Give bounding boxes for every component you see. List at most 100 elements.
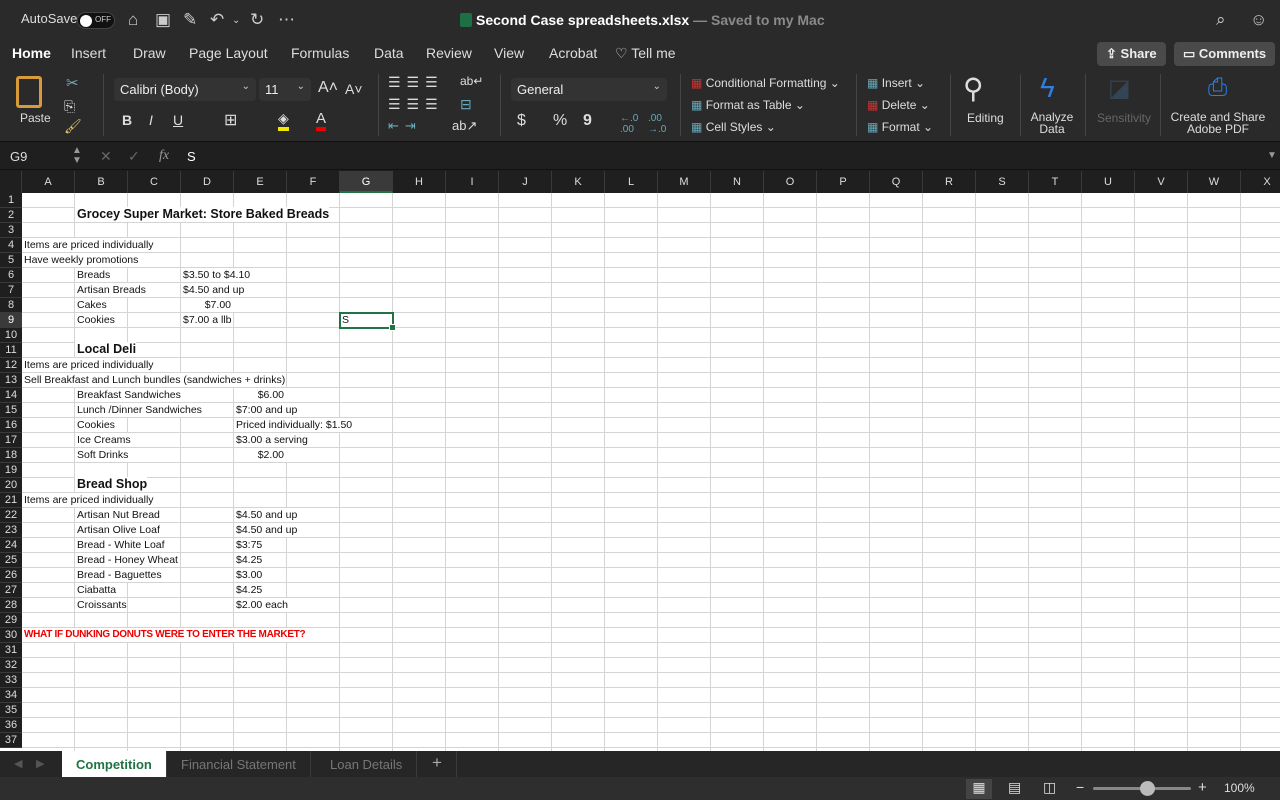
search-icon[interactable]: ⌕ <box>1216 10 1226 30</box>
sheet-tab-financial-statement[interactable]: Financial Statement <box>167 751 311 777</box>
cell-B28[interactable]: Croissants <box>75 598 127 612</box>
cell-B18[interactable]: Soft Drinks <box>75 448 129 462</box>
column-header[interactable]: S <box>976 171 1029 193</box>
cell-D7[interactable]: $4.50 and up <box>181 283 245 297</box>
row-header[interactable]: 34 <box>0 688 22 703</box>
column-header[interactable]: L <box>605 171 658 193</box>
cell-B24[interactable]: Bread - White Loaf <box>75 538 165 552</box>
formula-input[interactable]: S <box>187 149 196 164</box>
column-header[interactable]: I <box>446 171 499 193</box>
cell-B11[interactable]: Local Deli <box>75 342 137 357</box>
column-header[interactable]: N <box>711 171 764 193</box>
more-icon[interactable]: ⋯ <box>278 10 295 30</box>
undo-dropdown-icon[interactable]: ⌄ <box>232 15 240 26</box>
row-header[interactable]: 32 <box>0 658 22 673</box>
name-box-stepper[interactable]: ▲ ▼ <box>72 146 82 166</box>
format-painter-icon[interactable]: 🖌 <box>64 118 82 135</box>
format-cells-button[interactable]: ▦ Format ⌄ <box>867 120 933 134</box>
borders-icon[interactable]: ⊞ <box>224 110 237 130</box>
column-header[interactable]: W <box>1188 171 1241 193</box>
row-header[interactable]: 37 <box>0 733 22 748</box>
paste-button[interactable]: Paste <box>20 111 51 125</box>
column-header[interactable]: Q <box>870 171 923 193</box>
tab-data[interactable]: Data <box>374 45 404 61</box>
row-header[interactable]: 35 <box>0 703 22 718</box>
vertical-align-icons[interactable]: ☰☰☰ <box>388 74 444 91</box>
cell-A13[interactable]: Sell Breakfast and Lunch bundles (sandwi… <box>22 373 286 387</box>
row-header[interactable]: 10 <box>0 328 22 343</box>
column-header[interactable]: B <box>75 171 128 193</box>
row-header[interactable]: 21 <box>0 493 22 508</box>
cell-E15[interactable]: $7:00 and up <box>234 403 298 417</box>
tab-draw[interactable]: Draw <box>133 45 166 61</box>
worksheet-grid[interactable]: A B C D E F G H I J K L M N O P Q R S T U V W X 1 2 3 4 5 6 7 8 9 10 11 12 1… <box>0 171 1280 751</box>
column-header[interactable]: P <box>817 171 870 193</box>
analyze-data-icon[interactable]: ϟ <box>1040 72 1055 104</box>
cell-D6[interactable]: $3.50 to $4.10 <box>181 268 251 282</box>
column-header[interactable]: A <box>22 171 75 193</box>
cell-B2[interactable]: Grocey Super Market: Store Baked Breads <box>75 207 330 222</box>
row-header[interactable]: 16 <box>0 418 22 433</box>
column-header[interactable]: G <box>340 171 393 193</box>
row-header[interactable]: 6 <box>0 268 22 283</box>
row-header[interactable]: 22 <box>0 508 22 523</box>
cell-B25[interactable]: Bread - Honey Wheat <box>75 553 178 567</box>
row-header[interactable]: 15 <box>0 403 22 418</box>
page-layout-view-icon[interactable]: ▤ <box>1008 779 1021 796</box>
horizontal-align-icons[interactable]: ☰☰☰ <box>388 96 444 113</box>
row-header[interactable]: 14 <box>0 388 22 403</box>
row-header[interactable]: 7 <box>0 283 22 298</box>
row-header[interactable]: 23 <box>0 523 22 538</box>
editing-search-icon[interactable]: ⚲ <box>963 72 984 105</box>
cell-B27[interactable]: Ciabatta <box>75 583 117 597</box>
cell-B26[interactable]: Bread - Baguettes <box>75 568 162 582</box>
cell-E24[interactable]: $3:75 <box>234 538 263 552</box>
column-header[interactable]: E <box>234 171 287 193</box>
decrease-decimal-icon[interactable]: .00 →.0 <box>648 113 666 135</box>
row-header[interactable]: 24 <box>0 538 22 553</box>
cell-E18[interactable]: $2.00 <box>234 448 287 462</box>
cell-A21[interactable]: Items are priced individually <box>22 493 154 507</box>
share-button[interactable]: ⇪ Share <box>1097 42 1166 66</box>
insert-function-icon[interactable]: fx <box>159 148 169 164</box>
column-header[interactable]: H <box>393 171 446 193</box>
decrease-font-icon[interactable]: A˅ <box>345 81 363 97</box>
column-header[interactable]: X <box>1241 171 1280 193</box>
number-format-select[interactable]: General ⌄ <box>511 78 667 101</box>
merge-center-icon[interactable]: ⊟ <box>460 96 472 113</box>
row-header[interactable]: 27 <box>0 583 22 598</box>
orientation-icon[interactable]: ab↗ <box>452 118 477 134</box>
column-header[interactable]: F <box>287 171 340 193</box>
cell-B20[interactable]: Bread Shop <box>75 477 148 492</box>
italic-button[interactable]: I <box>149 112 153 128</box>
fill-color-icon[interactable]: ◈ <box>278 110 289 131</box>
cell-B17[interactable]: Ice Creams <box>75 433 131 447</box>
underline-button[interactable]: U <box>173 112 183 128</box>
column-header[interactable]: O <box>764 171 817 193</box>
cell-E28[interactable]: $2.00 each <box>234 598 288 612</box>
cell-A5[interactable]: Have weekly promotions <box>22 253 139 267</box>
expand-formula-bar-icon[interactable]: ▼ <box>1267 150 1277 161</box>
cut-icon[interactable]: ✂ <box>66 74 79 92</box>
cell-D8[interactable]: $7.00 <box>181 298 234 312</box>
delete-cells-button[interactable]: ▦ Delete ⌄ <box>867 98 930 112</box>
row-header[interactable]: 28 <box>0 598 22 613</box>
select-all-corner[interactable] <box>0 171 22 193</box>
percent-button[interactable]: % <box>553 112 567 130</box>
prev-sheet-icon[interactable]: ◀ <box>14 757 22 770</box>
row-header[interactable]: 30 <box>0 628 22 643</box>
row-header[interactable]: 36 <box>0 718 22 733</box>
row-header[interactable]: 26 <box>0 568 22 583</box>
cell-E14[interactable]: $6.00 <box>234 388 287 402</box>
cell-D9[interactable]: $7.00 a llb <box>181 313 232 327</box>
column-header[interactable]: M <box>658 171 711 193</box>
column-header[interactable]: T <box>1029 171 1082 193</box>
cell-A4[interactable]: Items are priced individually <box>22 238 154 252</box>
undo-icon[interactable]: ↶ <box>210 10 224 30</box>
tab-formulas[interactable]: Formulas <box>291 45 349 61</box>
feedback-smiley-icon[interactable]: ☺ <box>1250 10 1267 30</box>
create-share-pdf-button[interactable]: Create and Share Adobe PDF <box>1170 111 1266 135</box>
tab-insert[interactable]: Insert <box>71 45 106 61</box>
redo-icon[interactable]: ↻ <box>250 10 264 30</box>
row-header[interactable]: 20 <box>0 478 22 493</box>
